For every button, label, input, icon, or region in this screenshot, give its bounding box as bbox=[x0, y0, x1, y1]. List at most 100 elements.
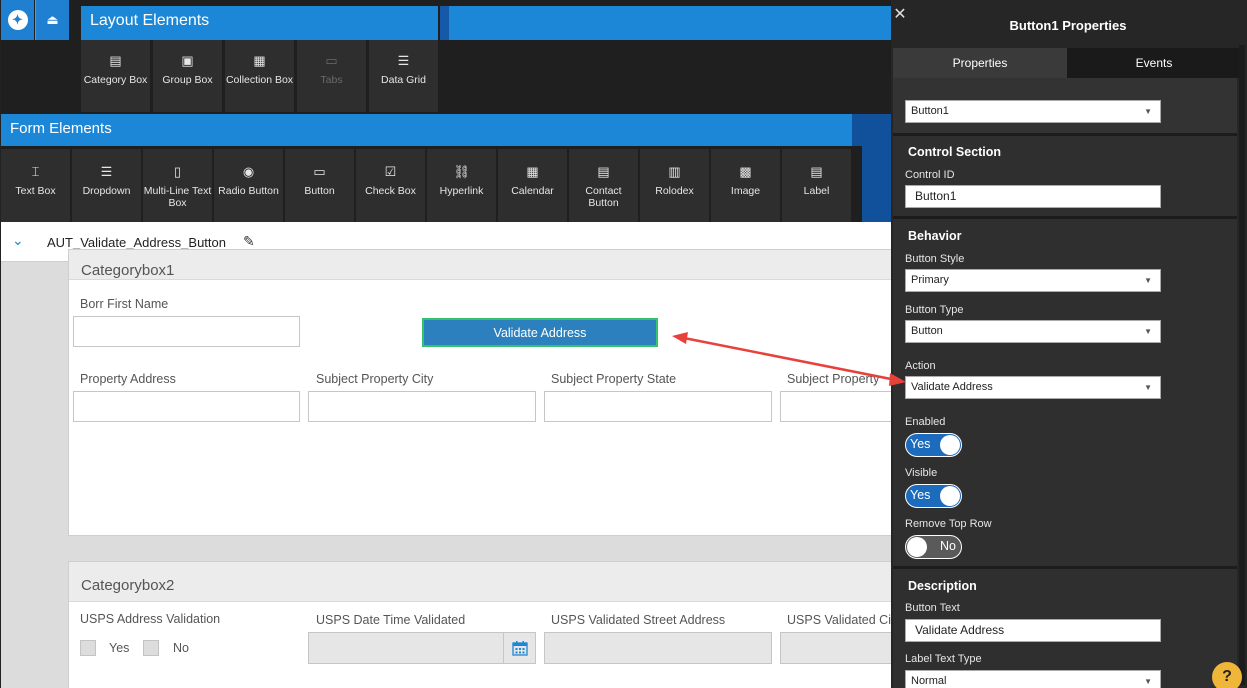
tool-radio-button[interactable]: ◉ Radio Button bbox=[214, 149, 284, 223]
remove-top-row-toggle[interactable]: No bbox=[905, 535, 962, 559]
tool-text-box[interactable]: ⌶ Text Box bbox=[1, 149, 71, 223]
tool-label: Multi-Line Text Box bbox=[143, 185, 212, 209]
calendar-icon bbox=[512, 641, 528, 656]
enabled-toggle-text: Yes bbox=[910, 437, 931, 451]
edit-pencil-icon[interactable]: ✎ bbox=[243, 233, 255, 250]
tool-label: Category Box bbox=[83, 74, 148, 86]
tool-label: Data Grid bbox=[381, 74, 426, 86]
tool-category-box[interactable]: ▤ Category Box bbox=[81, 40, 151, 112]
tabs-icon: ▭ bbox=[325, 53, 338, 68]
usps-no-checkbox[interactable] bbox=[143, 640, 159, 656]
subject-property-city-label: Subject Property City bbox=[316, 372, 434, 386]
caret-down-icon: ▼ bbox=[1144, 276, 1152, 285]
usps-validated-city-label: USPS Validated Ci bbox=[787, 613, 891, 627]
chevron-down-icon[interactable]: ⌄ bbox=[12, 232, 24, 249]
tool-label: Collection Box bbox=[225, 74, 294, 86]
label-icon: ▤ bbox=[810, 164, 823, 179]
tool-collection-box[interactable]: ▦ Collection Box bbox=[225, 40, 295, 112]
subject-property-city-input[interactable] bbox=[308, 391, 536, 422]
properties-scrollbar[interactable] bbox=[1239, 45, 1245, 685]
button-style-value: Primary bbox=[911, 274, 949, 286]
help-icon: ? bbox=[1222, 668, 1232, 685]
label-text-type-dropdown[interactable]: Normal ▼ bbox=[905, 670, 1161, 688]
tool-label: Text Box bbox=[15, 185, 56, 197]
tool-check-box[interactable]: ☑ Check Box bbox=[356, 149, 426, 223]
tool-label: Image bbox=[730, 185, 761, 197]
control-section-heading: Control Section bbox=[908, 145, 1002, 159]
usps-date-time-validated-input[interactable] bbox=[308, 632, 536, 664]
caret-down-icon: ▼ bbox=[1144, 383, 1152, 392]
subject-property-zip-input[interactable] bbox=[780, 391, 891, 422]
calendar-picker-button[interactable] bbox=[503, 632, 536, 664]
layout-elements-header[interactable]: Layout Elements bbox=[81, 6, 438, 40]
button-style-label: Button Style bbox=[905, 253, 965, 265]
borr-first-name-input[interactable] bbox=[73, 316, 300, 347]
tool-button[interactable]: ▭ Button bbox=[285, 149, 355, 223]
tool-label: Group Box bbox=[162, 74, 213, 86]
properties-panel: ✕ Button1 Properties Properties Events B… bbox=[891, 0, 1247, 688]
rolodex-icon: ▥ bbox=[668, 164, 681, 179]
subject-property-zip-label: Subject Property bbox=[787, 372, 880, 386]
app-menu-button[interactable]: ✦ bbox=[1, 0, 34, 40]
top-strip: ✦ ⏏ Layout Elements bbox=[1, 0, 891, 40]
form-elements-header[interactable]: Form Elements bbox=[1, 114, 852, 146]
tool-dropdown[interactable]: ☰ Dropdown bbox=[72, 149, 142, 223]
caret-down-icon: ▼ bbox=[1144, 677, 1152, 686]
control-selector-dropdown[interactable]: Button1 ▼ bbox=[905, 100, 1161, 123]
control-id-value: Button1 bbox=[915, 189, 957, 203]
collapse-toolbar-button[interactable]: ⏏ bbox=[35, 0, 69, 40]
label-text-type-value: Normal bbox=[911, 675, 947, 687]
tool-label: Tabs bbox=[320, 74, 343, 86]
behavior-heading: Behavior bbox=[908, 229, 962, 243]
usps-yes-checkbox[interactable] bbox=[80, 640, 96, 656]
button-text-input[interactable]: Validate Address bbox=[905, 619, 1161, 642]
tool-hyperlink[interactable]: ⛓ Hyperlink bbox=[427, 149, 497, 223]
validate-address-label: Validate Address bbox=[493, 325, 587, 340]
tool-label: Rolodex bbox=[655, 185, 694, 197]
contact-button-icon: ▤ bbox=[597, 164, 610, 179]
group-box-icon: ▣ bbox=[181, 53, 194, 68]
visible-toggle[interactable]: Yes bbox=[905, 484, 962, 508]
tool-contact-button[interactable]: ▤ Contact Button bbox=[569, 149, 639, 223]
categorybox1-header: Categorybox1 bbox=[69, 250, 891, 280]
property-address-input[interactable] bbox=[73, 391, 300, 422]
control-selector-section: Button1 ▼ bbox=[893, 78, 1237, 133]
subject-property-state-input[interactable] bbox=[544, 391, 772, 422]
button-icon: ▭ bbox=[313, 164, 326, 179]
enabled-toggle[interactable]: Yes bbox=[905, 433, 962, 457]
usps-validated-city-input[interactable] bbox=[780, 632, 891, 664]
category-box-icon: ▤ bbox=[109, 53, 122, 68]
tool-multi-line-text-box[interactable]: ▯ Multi-Line Text Box bbox=[143, 149, 213, 223]
tab-events[interactable]: Events bbox=[1067, 48, 1241, 78]
button-type-dropdown[interactable]: Button ▼ bbox=[905, 320, 1161, 343]
tool-label-element[interactable]: ▤ Label bbox=[782, 149, 852, 223]
usps-date-time-validated-label: USPS Date Time Validated bbox=[316, 613, 466, 627]
button-style-dropdown[interactable]: Primary ▼ bbox=[905, 269, 1161, 292]
usps-validated-street-input[interactable] bbox=[544, 632, 772, 664]
tool-label: Radio Button bbox=[218, 185, 279, 197]
description-section: Description Button Text Validate Address… bbox=[893, 566, 1237, 688]
properties-panel-title: Button1 Properties bbox=[1009, 18, 1127, 33]
control-selector-value: Button1 bbox=[911, 105, 949, 117]
tool-label: Dropdown bbox=[82, 185, 131, 197]
tool-rolodex[interactable]: ▥ Rolodex bbox=[640, 149, 710, 223]
help-button[interactable]: ? bbox=[1212, 662, 1242, 688]
tool-group-box[interactable]: ▣ Group Box bbox=[153, 40, 223, 112]
property-address-label: Property Address bbox=[80, 372, 176, 386]
tab-properties[interactable]: Properties bbox=[893, 48, 1067, 78]
tool-label: Hyperlink bbox=[439, 185, 484, 197]
tool-data-grid[interactable]: ☰ Data Grid bbox=[369, 40, 439, 112]
button-type-label: Button Type bbox=[905, 304, 964, 316]
layout-elements-header-extension bbox=[449, 6, 891, 40]
action-dropdown[interactable]: Validate Address ▼ bbox=[905, 376, 1161, 399]
tool-label: Button bbox=[304, 185, 335, 197]
validate-address-button[interactable]: Validate Address bbox=[422, 318, 658, 347]
action-label: Action bbox=[905, 360, 936, 372]
eject-icon: ⏏ bbox=[46, 12, 59, 27]
control-id-input[interactable]: Button1 bbox=[905, 185, 1161, 208]
close-icon[interactable]: ✕ bbox=[891, 4, 909, 24]
dropdown-icon: ☰ bbox=[100, 164, 113, 179]
tool-calendar[interactable]: ▦ Calendar bbox=[498, 149, 568, 223]
properties-tabs: Properties Events bbox=[891, 48, 1247, 78]
tool-image[interactable]: ▩ Image bbox=[711, 149, 781, 223]
